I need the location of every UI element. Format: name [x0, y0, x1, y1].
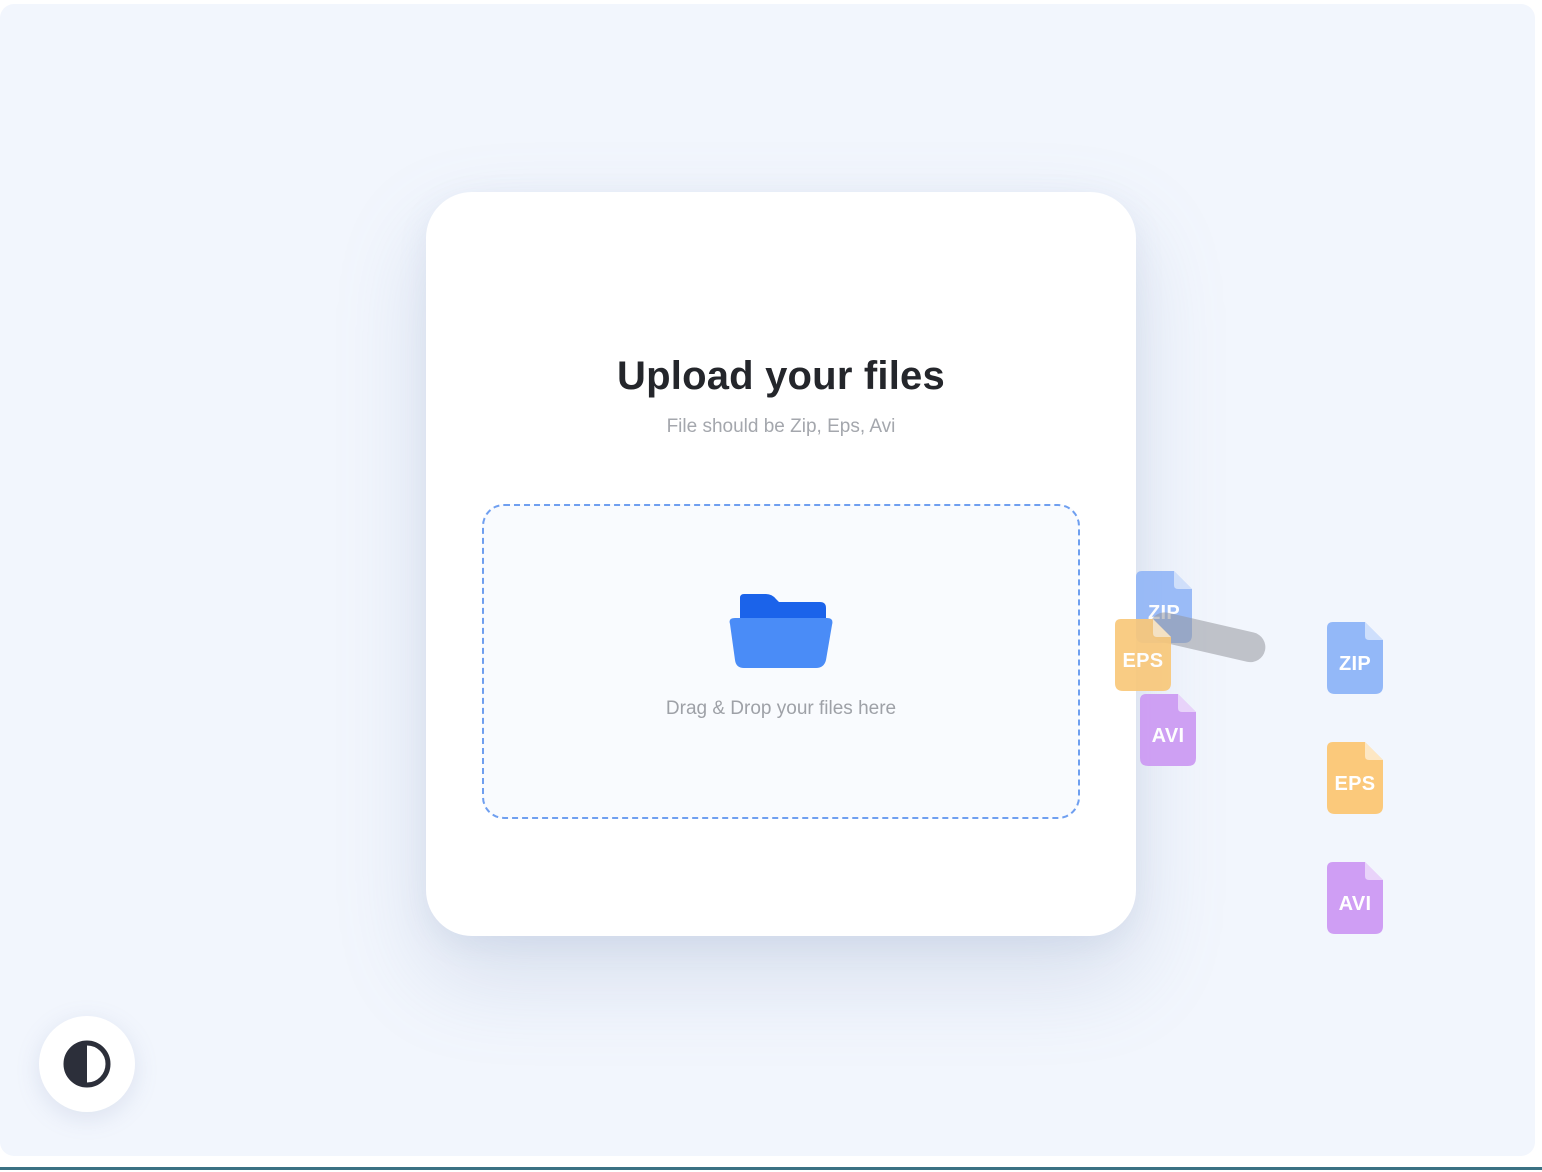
folder-icon [729, 594, 833, 668]
zip-file-icon[interactable]: ZIP [1327, 622, 1383, 694]
eps-file-icon[interactable]: EPS [1327, 742, 1383, 814]
avi-file-icon[interactable]: AVI [1327, 862, 1383, 934]
window-bottom-border [0, 1167, 1542, 1170]
dragging-eps-file-icon[interactable]: EPS [1115, 619, 1171, 691]
contrast-icon [63, 1040, 111, 1088]
file-extension-label: AVI [1151, 725, 1185, 747]
upload-card: Upload your files File should be Zip, Ep… [426, 192, 1136, 936]
file-type-hint: File should be Zip, Eps, Avi [666, 416, 896, 437]
page-background: Upload your files File should be Zip, Ep… [0, 4, 1535, 1156]
file-dropzone[interactable]: Drag & Drop your files here [482, 504, 1080, 819]
dropzone-label: Drag & Drop your files here [665, 698, 897, 719]
file-extension-label: AVI [1338, 893, 1372, 915]
page-title: Upload your files [617, 354, 945, 398]
theme-toggle-button[interactable] [39, 1016, 135, 1112]
file-extension-label: EPS [1122, 650, 1164, 672]
file-extension-label: ZIP [1338, 653, 1371, 675]
file-extension-label: EPS [1334, 773, 1376, 795]
dragging-avi-file-icon[interactable]: AVI [1140, 694, 1196, 766]
